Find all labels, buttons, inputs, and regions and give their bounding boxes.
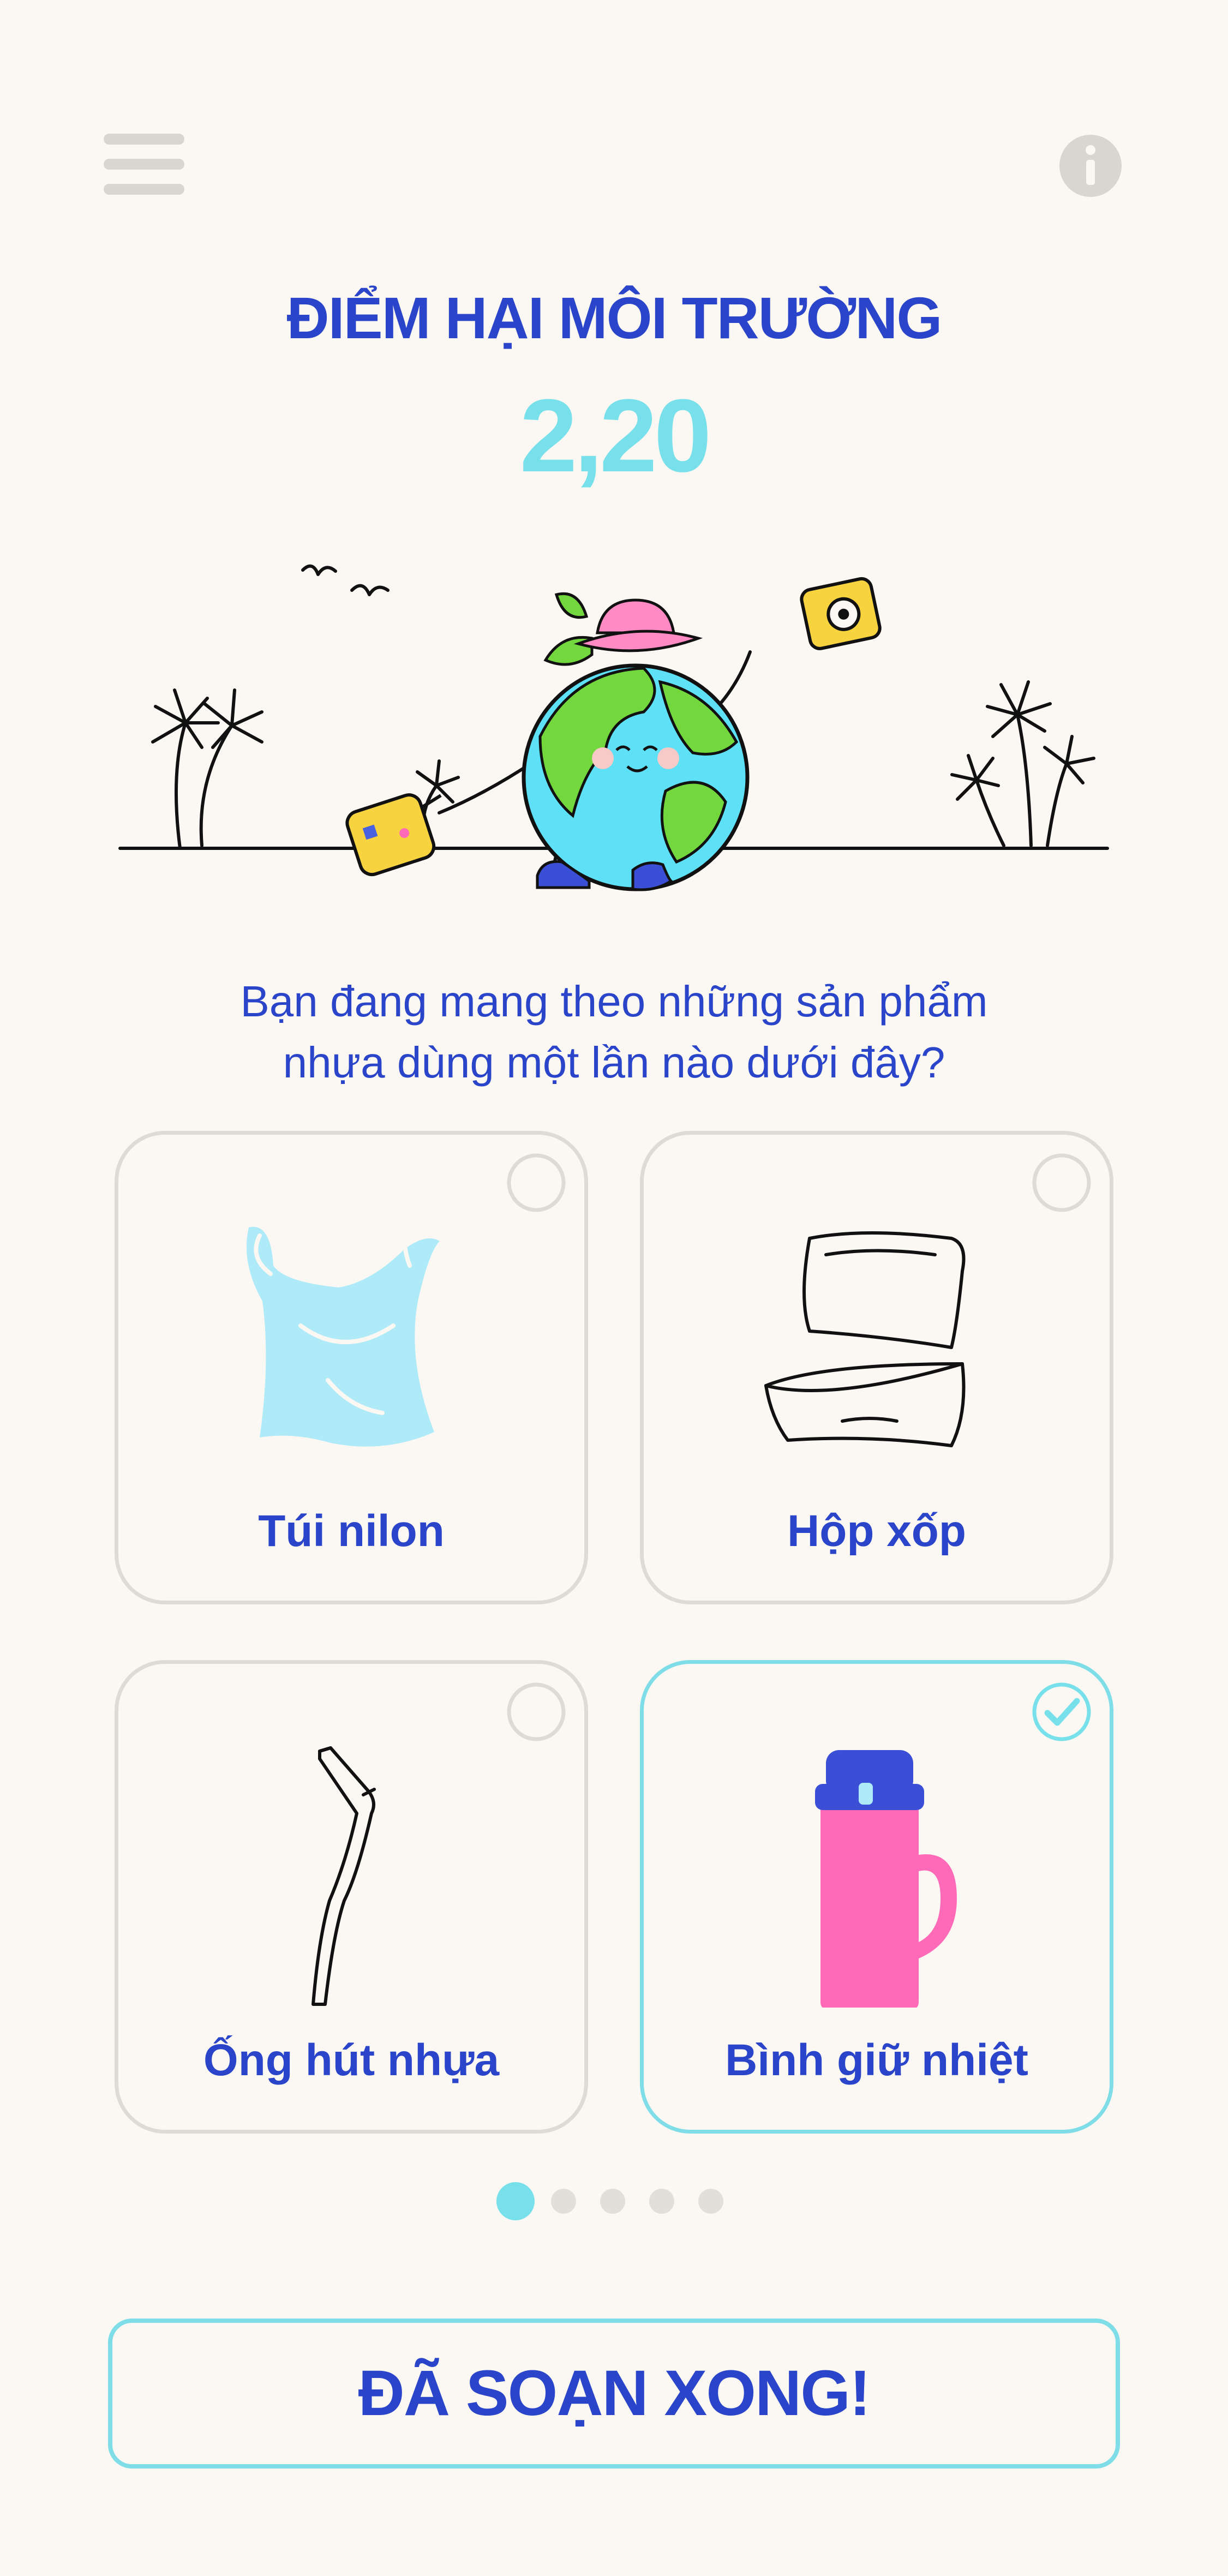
option-card-plastic-straw[interactable]: Ống hút nhựa [115, 1660, 588, 2134]
question-line-1: Bạn đang mang theo những sản phẩm [240, 977, 988, 1026]
page-dot-4[interactable] [649, 2189, 674, 2214]
unchecked-circle-icon[interactable] [507, 1153, 566, 1212]
hamburger-menu-icon[interactable] [104, 134, 184, 195]
page-dot-5[interactable] [698, 2189, 723, 2214]
option-card-plastic-bag[interactable]: Túi nilon [115, 1131, 588, 1604]
page-dot-1-active[interactable] [496, 2182, 535, 2220]
plastic-bag-icon [246, 1225, 440, 1447]
page-dot-3[interactable] [600, 2189, 625, 2214]
checked-circle-icon[interactable] [1032, 1682, 1091, 1741]
option-label: Bình giữ nhiệt [725, 2035, 1028, 2085]
question-line-2: nhựa dùng một lần nào dưới đây? [283, 1038, 945, 1087]
page-dot-2[interactable] [551, 2189, 576, 2214]
question-text: Bạn đang mang theo những sản phẩm nhựa d… [136, 971, 1092, 1093]
plastic-straw-icon [312, 1746, 376, 2006]
environment-score: 2,20 [519, 378, 712, 494]
travelling-earth-illustration [118, 564, 1109, 891]
option-label: Ống hút nhựa [203, 2035, 500, 2085]
page-title: ĐIỂM HẠI MÔI TRƯỜNG [286, 285, 943, 351]
info-icon[interactable] [1058, 134, 1123, 198]
thermos-bottle-icon [815, 1750, 957, 2008]
option-card-thermos-bottle[interactable]: Bình giữ nhiệt [640, 1660, 1113, 2134]
option-label: Túi nilon [258, 1506, 445, 1556]
option-label: Hộp xốp [787, 1506, 966, 1556]
done-button[interactable]: ĐÃ SOẠN XONG! [108, 2319, 1120, 2469]
unchecked-circle-icon[interactable] [1032, 1153, 1091, 1212]
unchecked-circle-icon[interactable] [507, 1682, 566, 1741]
option-card-foam-box[interactable]: Hộp xốp [640, 1131, 1113, 1604]
pagination-dots [496, 2179, 731, 2223]
foam-box-icon [764, 1231, 966, 1447]
